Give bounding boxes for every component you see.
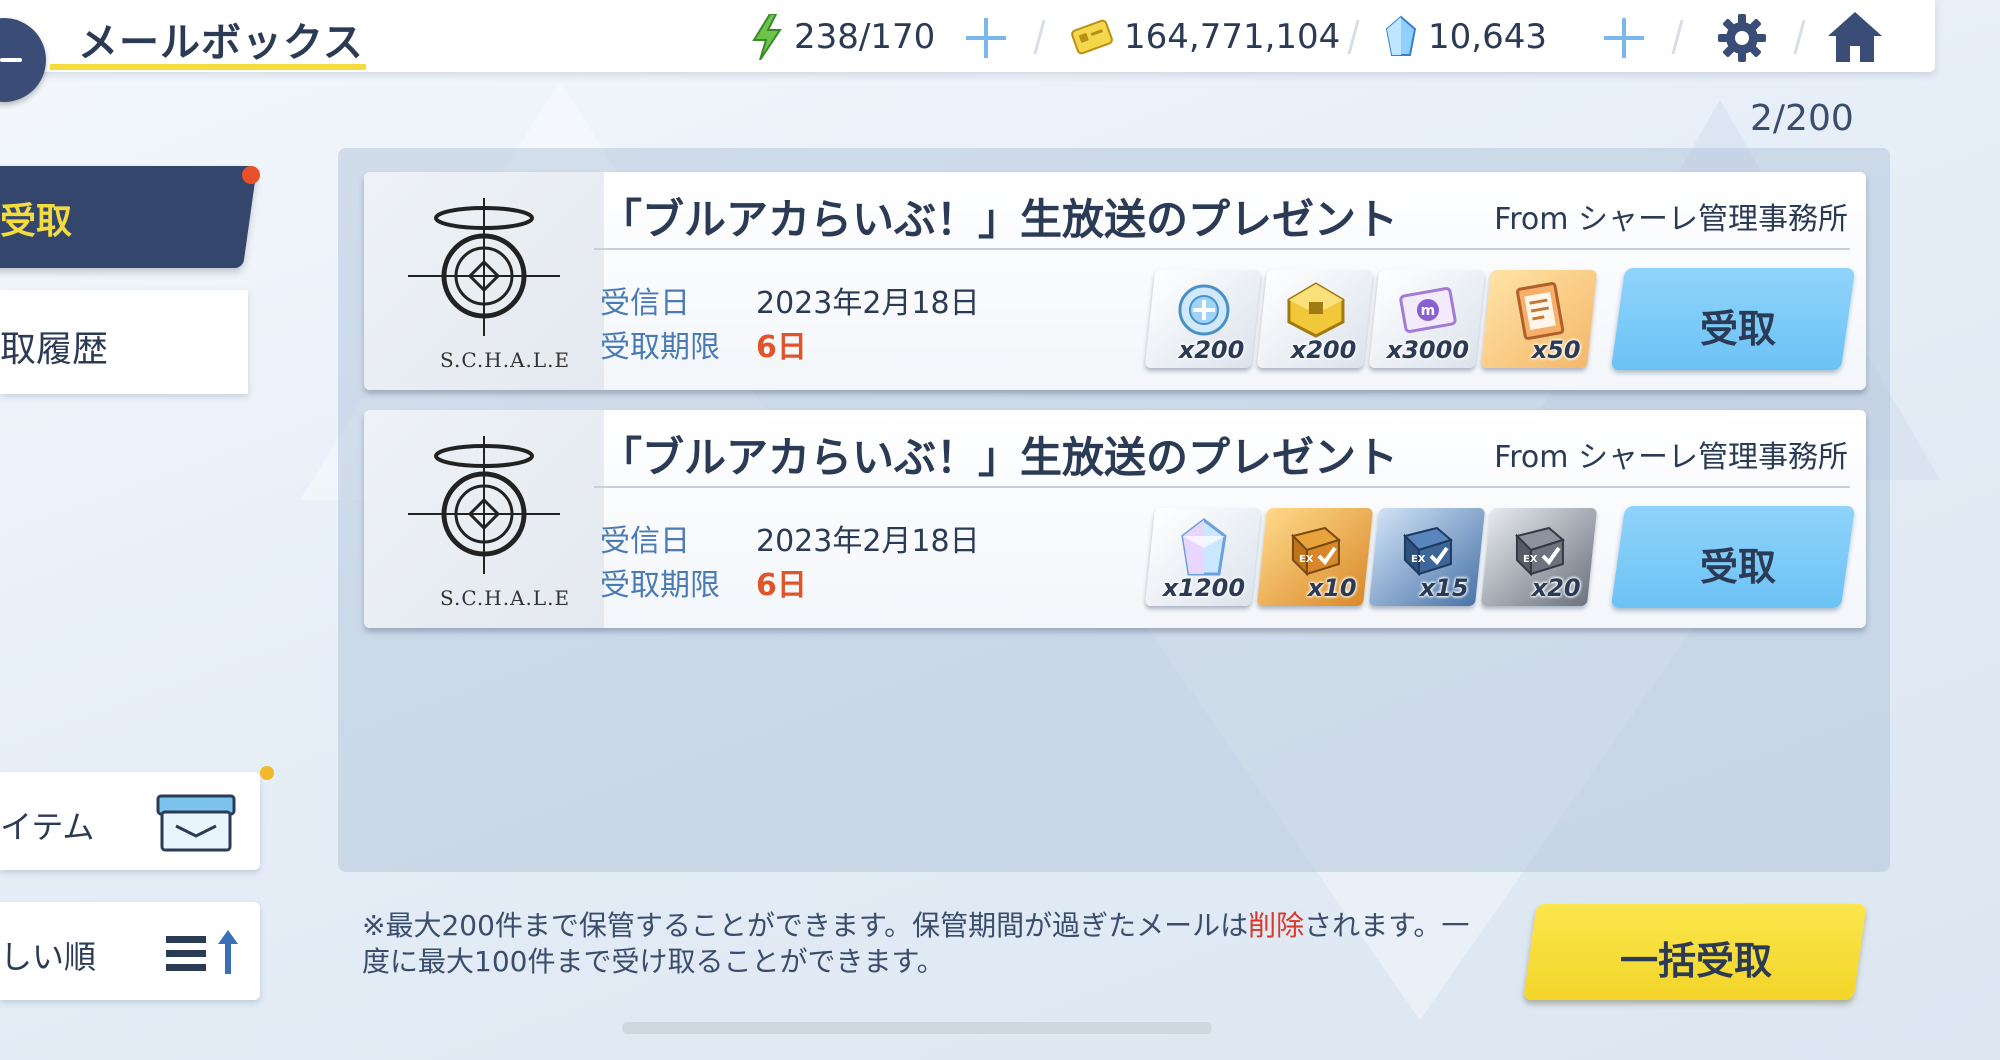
schale-emblem-icon xyxy=(408,198,560,336)
tactical-support-icon xyxy=(1178,284,1230,336)
page-title: メールボックス xyxy=(78,20,364,66)
tab-receive-label: 受取 xyxy=(0,201,73,242)
received-date: 2023年2月18日 xyxy=(756,524,980,559)
received-label: 受信日 xyxy=(600,524,690,559)
sort-label: しい順 xyxy=(0,938,97,976)
schale-logo-text: S.C.H.A.L.E xyxy=(440,586,571,610)
tab-history-label: 取履歴 xyxy=(0,329,109,370)
item-quantity: x200 xyxy=(1291,336,1357,364)
top-bar: メールボックス 238/170 164,771,104 10,643 xyxy=(0,0,1935,72)
reward-item[interactable]: EX x20 xyxy=(1480,508,1598,606)
m-ticket-icon: m xyxy=(1399,287,1457,333)
notification-dot xyxy=(242,166,260,184)
claim-button-label: 受取 xyxy=(1699,307,1776,351)
divider xyxy=(594,486,1850,488)
credits-value: 164,771,104 xyxy=(1124,17,1341,57)
credit-card-icon xyxy=(1071,19,1113,55)
deadline-value: 6日 xyxy=(756,330,807,365)
mail-count: 2/200 xyxy=(1750,98,1854,139)
add-energy-button[interactable] xyxy=(966,18,1006,58)
reward-item[interactable]: x200 xyxy=(1144,270,1262,368)
back-icon xyxy=(0,58,22,62)
reward-item[interactable]: x1200 xyxy=(1144,508,1262,606)
separator xyxy=(1793,20,1806,54)
reward-item[interactable]: EX x15 xyxy=(1368,508,1486,606)
energy-resource: 238/170 xyxy=(750,14,935,60)
schale-logo: S.C.H.A.L.E xyxy=(364,410,604,628)
item-quantity: x200 xyxy=(1179,336,1245,364)
item-quantity: x15 xyxy=(1419,574,1469,602)
separator xyxy=(1347,20,1360,54)
reward-item[interactable]: x50 xyxy=(1480,270,1598,368)
sort-ascending-icon xyxy=(166,930,238,974)
pyroxene-value: 10,643 xyxy=(1428,17,1547,57)
mail-sender: From シャーレ管理事務所 xyxy=(1494,440,1848,475)
report-clipboard-icon xyxy=(1516,282,1565,340)
notification-dot xyxy=(260,766,274,780)
mail-subject: 「ブルアカらいぶ！」生放送のプレゼント xyxy=(600,195,1399,244)
add-pyroxene-button[interactable] xyxy=(1604,18,1644,58)
gold-ex-box-icon: EX xyxy=(1290,526,1341,577)
home-indicator[interactable] xyxy=(622,1022,1212,1034)
divider xyxy=(594,248,1850,250)
received-date: 2023年2月18日 xyxy=(756,286,980,321)
item-quantity: x10 xyxy=(1307,574,1357,602)
schale-logo: S.C.H.A.L.E xyxy=(364,172,604,390)
deadline-value: 6日 xyxy=(756,568,807,603)
item-quantity: x3000 xyxy=(1386,336,1469,364)
separator xyxy=(1671,20,1684,54)
mail-item: S.C.H.A.L.E 「ブルアカらいぶ！」生放送のプレゼント From シャー… xyxy=(364,172,1866,390)
mail-subject: 「ブルアカらいぶ！」生放送のプレゼント xyxy=(600,433,1399,482)
credits-resource: 164,771,104 xyxy=(1070,14,1340,60)
svg-text:m: m xyxy=(1421,303,1436,319)
item-quantity: x50 xyxy=(1531,336,1581,364)
note-text: ※最大200件まで保管することができます。保管期間が過ぎたメールは xyxy=(362,909,1249,942)
gold-ticket-icon xyxy=(1287,282,1345,338)
home-icon[interactable] xyxy=(1826,10,1884,64)
blue-ex-box-icon: EX xyxy=(1402,526,1453,577)
pyroxene-resource: 10,643 xyxy=(1384,14,1547,60)
item-quantity: x1200 xyxy=(1162,574,1245,602)
deadline-label: 受取期限 xyxy=(600,568,720,603)
crystal-icon xyxy=(1385,15,1417,56)
title-underline xyxy=(50,64,366,70)
gear-icon[interactable] xyxy=(1716,12,1768,64)
claim-button-label: 受取 xyxy=(1699,545,1776,589)
schale-logo-text: S.C.H.A.L.E xyxy=(440,348,571,372)
storage-note: ※最大200件まで保管することができます。保管期間が過ぎたメールは削除されます。… xyxy=(362,908,1482,980)
reward-item[interactable]: EX x10 xyxy=(1256,508,1374,606)
separator xyxy=(1033,20,1046,54)
schale-emblem-icon xyxy=(408,436,560,574)
deadline-label: 受取期限 xyxy=(600,330,720,365)
received-label: 受信日 xyxy=(600,286,690,321)
energy-value: 238/170 xyxy=(794,17,936,57)
mailbox-icon xyxy=(156,794,236,852)
item-quantity: x20 xyxy=(1531,574,1581,602)
svg-text:EX: EX xyxy=(1523,554,1538,565)
lightning-icon xyxy=(752,14,782,60)
mail-item: S.C.H.A.L.E 「ブルアカらいぶ！」生放送のプレゼント From シャー… xyxy=(364,410,1866,628)
reward-item[interactable]: m x3000 xyxy=(1368,270,1486,368)
filter-label: イテム xyxy=(0,808,95,846)
svg-text:EX: EX xyxy=(1299,554,1314,565)
note-delete-text: 削除 xyxy=(1248,909,1305,942)
bulk-claim-label: 一括受取 xyxy=(1620,939,1773,983)
pyroxene-crystal-icon xyxy=(1181,518,1227,576)
svg-text:EX: EX xyxy=(1411,554,1426,565)
gray-ex-box-icon: EX xyxy=(1514,526,1565,577)
reward-item[interactable]: x200 xyxy=(1256,270,1374,368)
mail-sender: From シャーレ管理事務所 xyxy=(1494,202,1848,237)
